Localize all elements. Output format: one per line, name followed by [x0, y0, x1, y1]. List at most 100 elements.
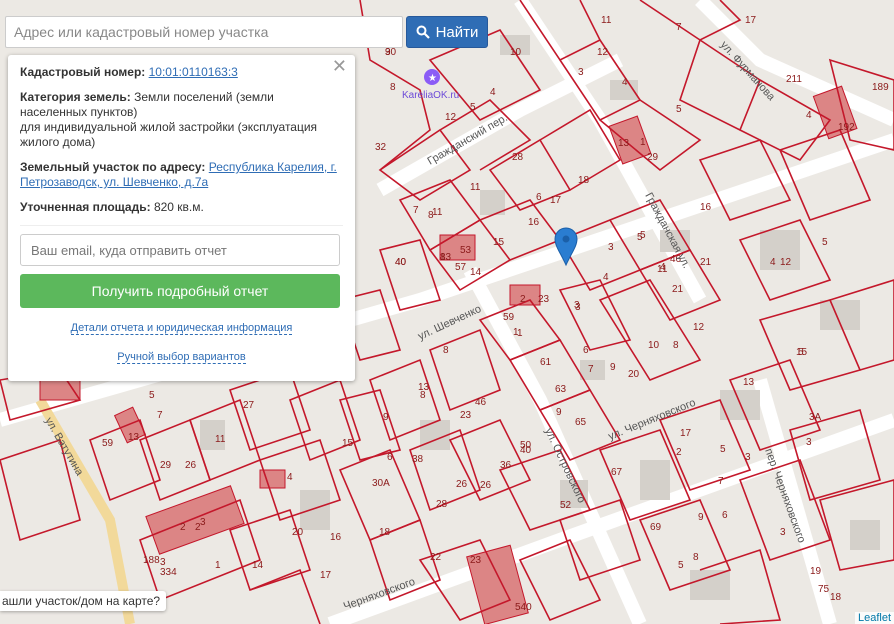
lot-number: 7	[588, 364, 594, 375]
lot-number: 1	[640, 137, 646, 148]
lot-number: 26	[456, 479, 468, 490]
lot-number: 189	[872, 82, 889, 93]
lot-number: 5	[470, 102, 476, 113]
lot-number: 2	[520, 294, 526, 305]
lot-number: 9	[383, 412, 389, 423]
email-input[interactable]	[20, 234, 340, 266]
lot-number: 53	[460, 245, 472, 256]
lot-number: 28	[512, 152, 524, 163]
lot-number: 9	[610, 362, 616, 373]
lot-number: 18	[578, 175, 590, 186]
lot-number: 57	[455, 262, 467, 273]
lot-number: 40	[395, 257, 407, 268]
lot-number: 211	[786, 74, 802, 85]
lot-number: 6	[722, 510, 728, 521]
lot-number: 23	[538, 294, 550, 305]
lot-number: 22	[430, 552, 442, 563]
category-label: Категория земель:	[20, 90, 131, 104]
manual-selection-link[interactable]: Ручной выбор вариантов	[117, 351, 246, 364]
lot-number: 4	[660, 262, 666, 273]
lot-number: 7	[157, 410, 163, 421]
lot-number: 10	[510, 47, 522, 58]
lot-number: 21	[700, 257, 712, 268]
lot-number: 69	[650, 522, 662, 533]
lot-number: 6	[387, 452, 393, 463]
found-property-hint[interactable]: ашли участок/дом на карте?	[0, 591, 167, 611]
lot-number: 188	[143, 555, 160, 566]
lot-number: 26	[185, 460, 197, 471]
lot-number: 12	[780, 257, 792, 268]
lot-number: 20	[292, 527, 304, 538]
lot-number: 13	[618, 138, 630, 149]
lot-number: 3	[608, 242, 614, 253]
lot-number: 3	[578, 67, 584, 78]
lot-number: 32	[375, 142, 387, 153]
lot-number: 3А	[809, 412, 822, 423]
lot-number: 12	[445, 112, 457, 123]
lot-number: 23	[460, 410, 472, 421]
lot-number: 17	[680, 428, 692, 439]
lot-number: 192	[838, 122, 855, 133]
cadastral-row: Кадастровый номер: 10:01:0110163:3	[20, 65, 343, 80]
lot-number: 13	[743, 377, 755, 388]
lot-number: 4	[603, 272, 609, 283]
lot-number: 11	[470, 182, 481, 193]
search-icon	[416, 25, 430, 39]
lot-number: 30А	[372, 478, 390, 489]
search-button[interactable]: Найти	[406, 16, 488, 48]
lot-number: 5	[798, 347, 804, 358]
lot-number: 27	[243, 400, 255, 411]
lot-number: 5	[720, 444, 726, 455]
lot-number: 4	[770, 257, 776, 268]
lot-number: 75	[818, 584, 830, 595]
lot-number: 9	[385, 47, 391, 58]
lot-number: 3	[780, 527, 786, 538]
lot-number: 3	[200, 517, 206, 528]
lot-number: 3	[806, 437, 812, 448]
lot-number: 540	[515, 602, 532, 613]
lot-number: 16	[330, 532, 342, 543]
lot-number: 7	[413, 205, 419, 216]
lot-number: 9	[556, 407, 562, 418]
lot-number: 17	[320, 570, 332, 581]
cadastral-label: Кадастровый номер:	[20, 65, 146, 79]
search-input[interactable]	[5, 16, 403, 48]
lot-number: 4	[287, 472, 293, 483]
lot-number: 59	[102, 438, 114, 449]
get-report-button[interactable]: Получить подробный отчет	[20, 274, 340, 308]
lot-number: 14	[252, 560, 264, 571]
lot-number: 16	[700, 202, 712, 213]
leaflet-attribution[interactable]: Leaflet	[854, 612, 894, 624]
lot-number: 11	[601, 15, 612, 26]
lot-number: 8	[390, 82, 396, 93]
lot-number: 16	[528, 217, 540, 228]
report-details-link[interactable]: Детали отчета и юридическая информация	[70, 322, 293, 335]
lot-number: 7	[676, 22, 682, 33]
lot-number: 15	[342, 438, 354, 449]
lot-number: 63	[555, 384, 567, 395]
lot-number: 18	[830, 592, 842, 603]
lot-number: 5	[149, 390, 155, 401]
address-label: Земельный участок по адресу:	[20, 160, 206, 174]
lot-number: 17	[550, 195, 562, 206]
lot-number: 28	[436, 499, 448, 510]
lot-number: 8	[693, 552, 699, 563]
lot-number: 5	[822, 237, 828, 248]
category-row: Категория земель: Земли поселений (земли…	[20, 90, 343, 150]
lot-number: 3	[745, 452, 751, 463]
area-row: Уточненная площадь: 820 кв.м.	[20, 200, 343, 215]
lot-number: 29	[647, 152, 659, 163]
close-icon[interactable]: ✕	[332, 57, 347, 75]
lot-number: 36	[500, 460, 512, 471]
cadastral-number-link[interactable]: 10:01:0110163:3	[149, 65, 238, 79]
search-button-label: Найти	[435, 23, 479, 41]
lot-number: 23	[470, 555, 482, 566]
lot-number: 61	[540, 357, 552, 368]
lot-number: 26	[480, 480, 492, 491]
poi-label: KareliaOK.ru	[402, 90, 459, 101]
lot-number: 18	[379, 527, 391, 538]
lot-number: 14	[470, 267, 482, 278]
lot-number: 10	[648, 340, 660, 351]
lot-number: 1	[215, 560, 221, 571]
lot-number: 19	[810, 566, 822, 577]
